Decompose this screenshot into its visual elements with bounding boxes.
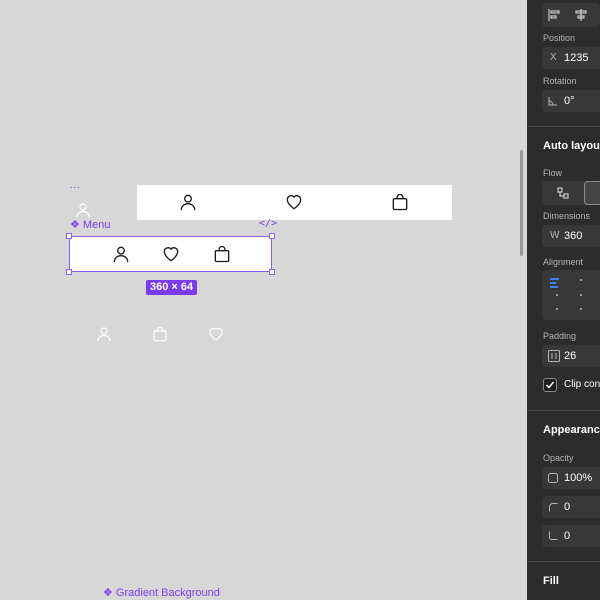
padding-label: Padding [543,331,577,341]
section-divider [527,126,600,127]
x-prefix: X [550,52,557,63]
corner-radius-value: 0 [564,501,571,513]
user-icon-ghost [76,203,90,218]
rotation-input[interactable]: 0° [542,90,600,112]
flow-buttons [542,181,600,205]
section-divider [527,410,600,411]
size-badge: 360 × 64 [146,280,198,295]
x-position-input[interactable]: X 1235 [542,47,600,69]
width-input[interactable]: W 360 [542,225,600,247]
shopping-bag-icon[interactable] [212,244,232,264]
corner-smoothing-input[interactable]: 0 [542,525,600,547]
clip-content-label[interactable]: Clip content [564,379,600,390]
corner-smoothing-value: 0 [564,530,571,542]
heart-icon[interactable] [284,192,304,212]
properties-panel: Position X 1235 Rotation 0° Auto layout … [527,0,600,600]
user-icon[interactable] [178,192,198,212]
rotation-label: Rotation [543,76,577,86]
design-canvas[interactable]: ... ❖ Menu </> 360 × 64 ❖ Gradient Backg… [0,0,527,600]
flow-label: Flow [543,168,563,178]
resize-handle-bottom-right[interactable] [269,269,275,275]
heart-icon-white[interactable] [207,325,225,343]
w-prefix: W [550,230,560,241]
alignment-dot [556,294,558,296]
flow-vertical-button[interactable] [584,181,600,205]
alignment-dot [556,308,558,310]
align-left-icon[interactable] [547,8,561,22]
align-horizontal-center-icon[interactable] [574,8,588,22]
corner-smoothing-icon [549,531,558,540]
x-value: 1235 [564,52,589,64]
code-icon[interactable]: </> [259,218,277,229]
alignment-dot [580,294,582,296]
fill-title: Fill [543,575,559,587]
resize-handle-bottom-left[interactable] [66,269,72,275]
opacity-label: Opacity [543,453,574,463]
rotation-value: 0° [564,95,575,107]
alignment-label: Alignment [543,257,584,267]
auto-layout-title: Auto layout [543,140,600,152]
width-value: 360 [564,230,583,242]
canvas-scrollbar[interactable] [520,150,523,256]
check-icon [545,381,555,389]
section-divider [527,561,600,562]
gradient-background-component-label[interactable]: ❖ Gradient Background [103,586,220,599]
padding-input[interactable]: 26 [542,345,600,367]
alignment-grid[interactable] [542,270,600,320]
user-icon[interactable] [111,244,131,264]
resize-handle-top-left[interactable] [66,233,72,239]
heart-icon[interactable] [161,244,181,264]
flow-freeform-icon[interactable] [556,186,570,200]
alignment-dot [580,308,582,310]
resize-handle-top-right[interactable] [269,233,275,239]
corner-radius-input[interactable]: 0 [542,496,600,518]
align-top-left-icon[interactable] [550,278,562,288]
opacity-input[interactable]: 100% [542,467,600,489]
clip-content-checkbox[interactable] [543,378,557,392]
alignment-dot [580,279,582,281]
corner-radius-icon [549,503,558,512]
alignment-buttons [542,3,600,27]
padding-horizontal-icon [548,350,560,362]
padding-value: 26 [564,350,577,362]
position-label: Position [543,33,576,43]
menu-component-label[interactable]: ❖ Menu [70,218,110,231]
appearance-title: Appearance [543,424,600,436]
dimensions-label: Dimensions [543,211,591,221]
opacity-value: 100% [564,472,593,484]
opacity-icon [548,473,558,483]
user-icon-white[interactable] [95,325,113,343]
angle-icon [548,97,557,106]
shopping-bag-icon-white[interactable] [151,325,169,343]
shopping-bag-icon[interactable] [390,192,410,212]
more-options-icon[interactable]: ... [70,180,81,190]
